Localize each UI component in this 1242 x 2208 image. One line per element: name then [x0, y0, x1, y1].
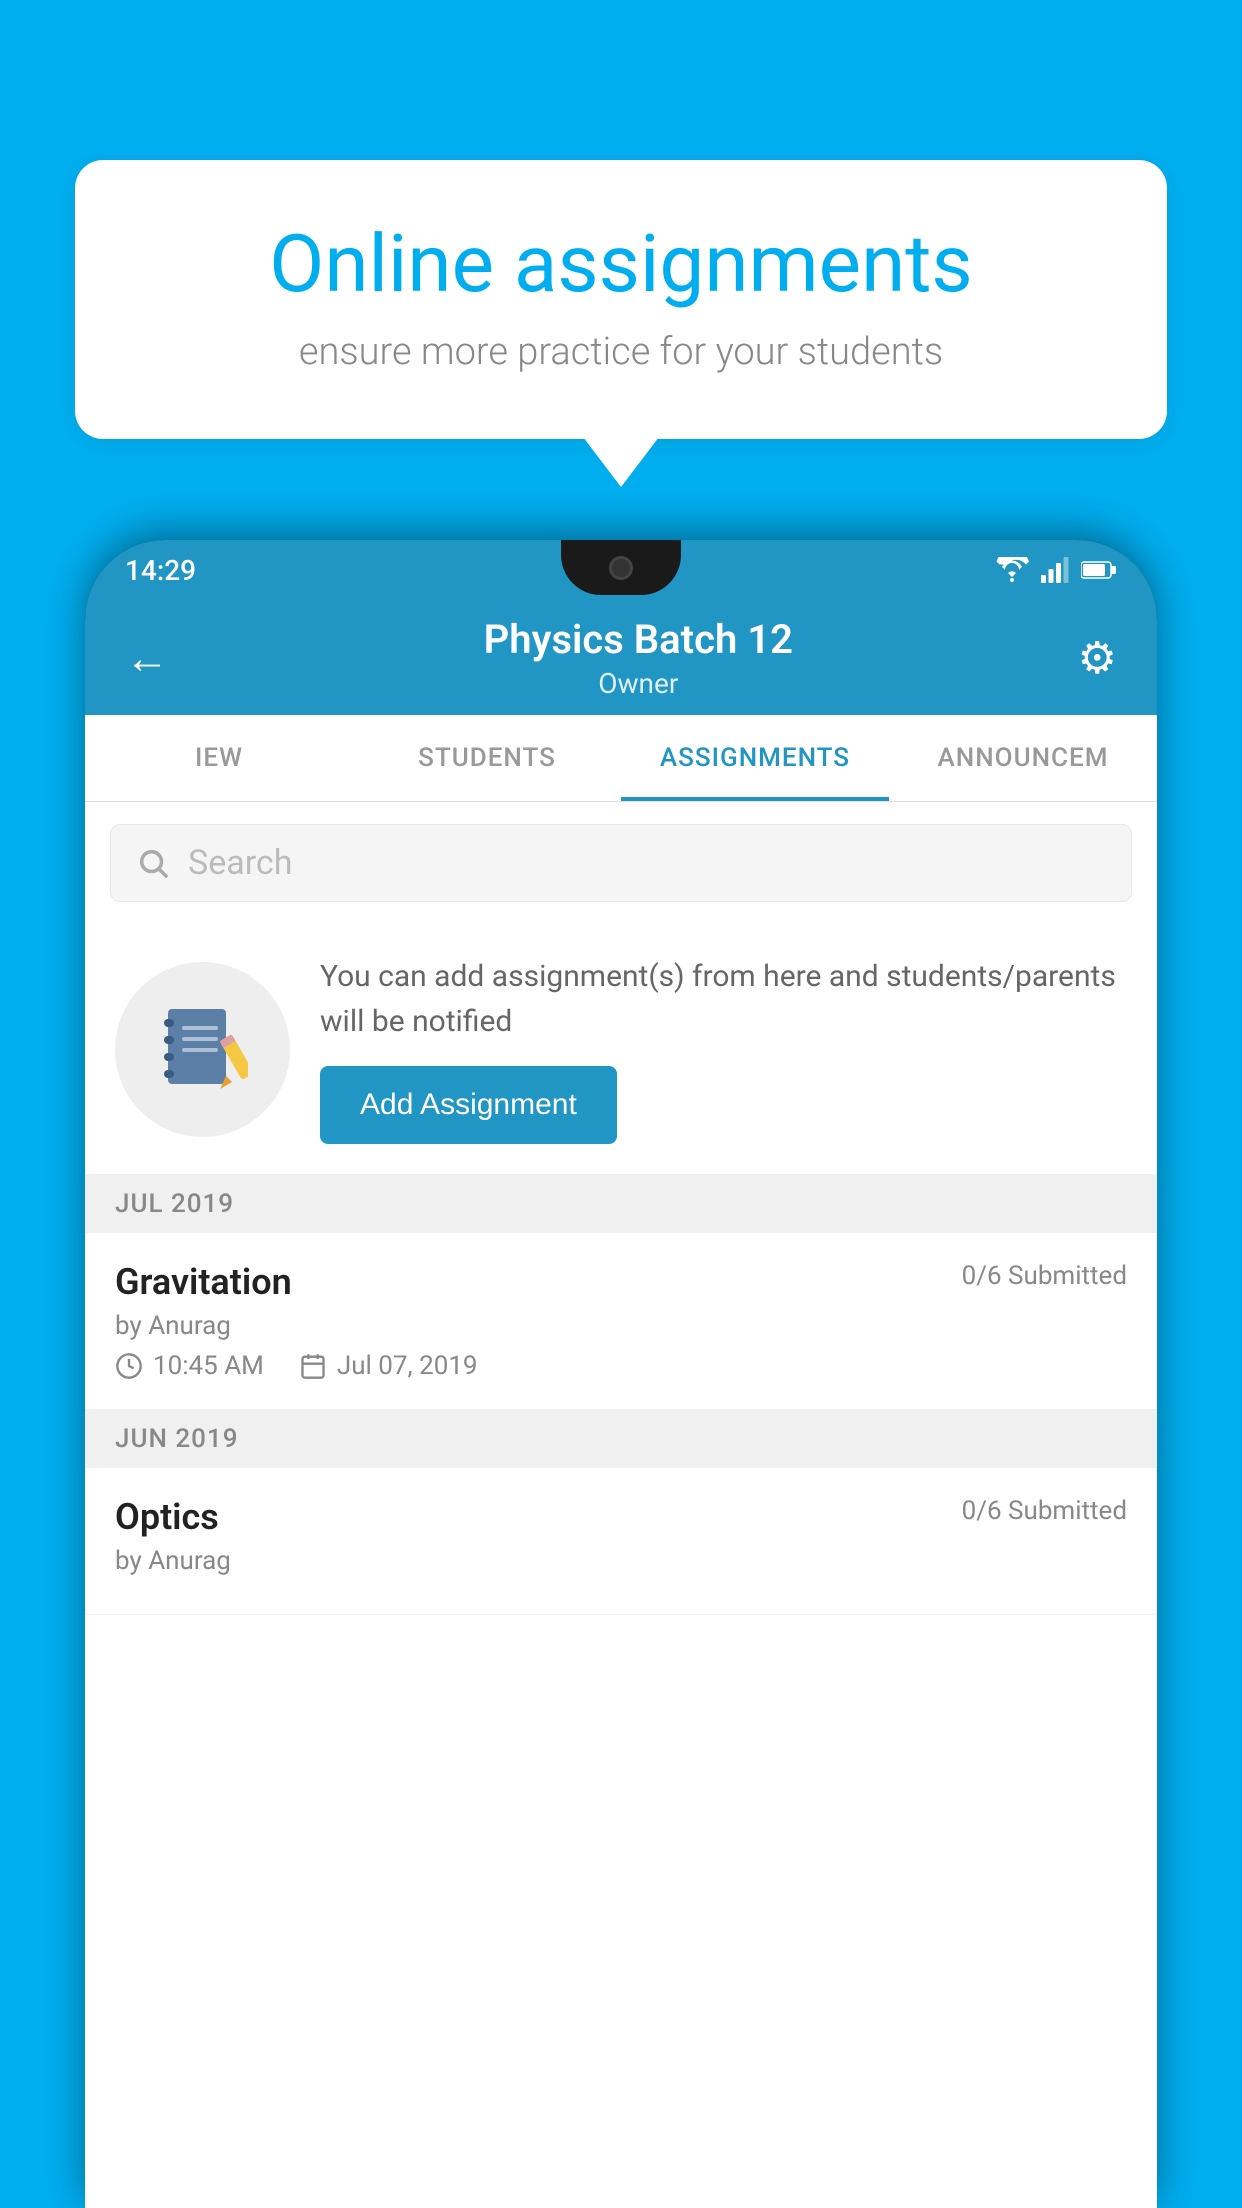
- assignment-item-gravitation[interactable]: Gravitation 0/6 Submitted by Anurag 10:4…: [85, 1233, 1157, 1410]
- app-bar-subtitle: Owner: [199, 667, 1078, 700]
- assignment-item-header-optics: Optics 0/6 Submitted: [115, 1496, 1127, 1538]
- phone-outer: 14:29: [85, 540, 1157, 2208]
- back-button[interactable]: ←: [125, 632, 169, 684]
- assignment-item-optics[interactable]: Optics 0/6 Submitted by Anurag: [85, 1468, 1157, 1615]
- speech-bubble-subtitle: ensure more practice for your students: [145, 330, 1097, 374]
- assignment-item-header: Gravitation 0/6 Submitted: [115, 1261, 1127, 1303]
- status-bar: 14:29: [85, 540, 1157, 600]
- assignment-name-optics: Optics: [115, 1496, 219, 1538]
- search-input-placeholder: Search: [188, 843, 292, 883]
- app-bar-title-section: Physics Batch 12 Owner: [199, 616, 1078, 700]
- assignment-meta: 10:45 AM Jul 07, 2019: [115, 1351, 1127, 1381]
- wifi-icon: [995, 557, 1029, 583]
- speech-bubble: Online assignments ensure more practice …: [75, 160, 1167, 439]
- clock-icon: [115, 1352, 143, 1380]
- app-bar: ← Physics Batch 12 Owner ⚙: [85, 600, 1157, 715]
- assignment-submitted: 0/6 Submitted: [962, 1261, 1127, 1291]
- tab-assignments[interactable]: ASSIGNMENTS: [621, 715, 889, 801]
- tabs-bar: IEW STUDENTS ASSIGNMENTS ANNOUNCEM: [85, 715, 1157, 802]
- signal-icon: [1041, 557, 1069, 583]
- app-bar-title: Physics Batch 12: [199, 616, 1078, 663]
- assignment-icon-circle: [115, 962, 290, 1137]
- add-assignment-card: You can add assignment(s) from here and …: [85, 924, 1157, 1175]
- search-container: Search: [85, 802, 1157, 924]
- assignment-time: 10:45 AM: [115, 1351, 264, 1381]
- calendar-icon: [299, 1352, 327, 1380]
- speech-bubble-container: Online assignments ensure more practice …: [75, 160, 1167, 439]
- search-bar[interactable]: Search: [110, 824, 1132, 902]
- add-assignment-description: You can add assignment(s) from here and …: [320, 954, 1127, 1044]
- tab-students[interactable]: STUDENTS: [353, 715, 621, 801]
- phone-container: 14:29: [85, 540, 1157, 2208]
- search-icon: [136, 846, 170, 880]
- assignment-date: Jul 07, 2019: [299, 1351, 478, 1381]
- assignment-author: by Anurag: [115, 1311, 1127, 1341]
- assignment-submitted-optics: 0/6 Submitted: [962, 1496, 1127, 1526]
- tab-iew[interactable]: IEW: [85, 715, 353, 801]
- settings-button[interactable]: ⚙: [1078, 632, 1117, 684]
- status-time: 14:29: [125, 554, 196, 587]
- speech-bubble-title: Online assignments: [145, 220, 1097, 308]
- assignment-name: Gravitation: [115, 1261, 292, 1303]
- status-icons: [995, 557, 1117, 583]
- notebook-icon: [158, 1004, 248, 1094]
- notch: [561, 540, 681, 595]
- add-assignment-content: You can add assignment(s) from here and …: [320, 954, 1127, 1144]
- month-separator-jun: JUN 2019: [85, 1410, 1157, 1468]
- assignment-author-optics: by Anurag: [115, 1546, 1127, 1576]
- month-separator-jul: JUL 2019: [85, 1175, 1157, 1233]
- phone-screen: IEW STUDENTS ASSIGNMENTS ANNOUNCEM: [85, 715, 1157, 2208]
- tab-announcements[interactable]: ANNOUNCEM: [889, 715, 1157, 801]
- front-camera: [609, 556, 633, 580]
- battery-icon: [1081, 560, 1117, 580]
- add-assignment-button[interactable]: Add Assignment: [320, 1066, 617, 1144]
